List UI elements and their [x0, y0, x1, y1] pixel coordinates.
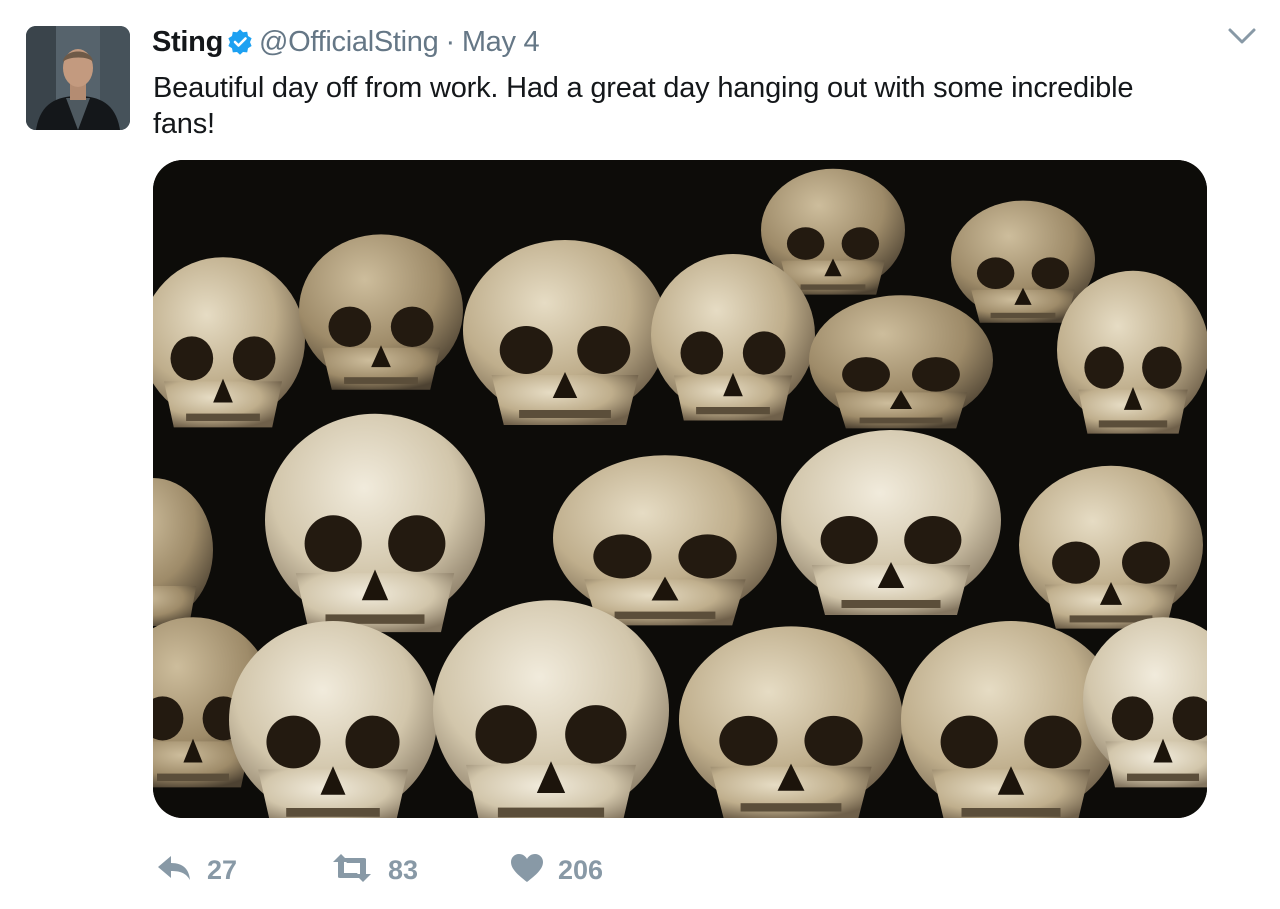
like-count: 206 [558, 854, 604, 885]
heart-icon [510, 853, 544, 888]
reply-button[interactable]: 27 [155, 853, 330, 888]
retweet-button[interactable]: 83 [330, 853, 510, 888]
header-separator: · [445, 25, 455, 58]
tweet-photo[interactable] [153, 160, 1207, 818]
tweet-actions: 27 83 206 [155, 848, 650, 892]
chevron-down-icon[interactable] [1226, 24, 1258, 48]
avatar[interactable] [26, 26, 130, 130]
retweet-count: 83 [388, 854, 419, 885]
like-button[interactable]: 206 [510, 853, 650, 888]
tweet-header: Sting @OfficialSting · May 4 [152, 22, 540, 62]
tweet-date[interactable]: May 4 [462, 26, 540, 59]
author-name[interactable]: Sting [152, 26, 223, 59]
tweet-text: Beautiful day off from work. Had a great… [153, 72, 1134, 140]
verified-badge-icon [227, 29, 253, 55]
tweet-card: Sting @OfficialSting · May 4 Beautiful d… [0, 0, 1280, 909]
author-handle[interactable]: @OfficialSting [259, 26, 439, 59]
reply-count: 27 [207, 854, 238, 885]
reply-icon [155, 853, 193, 888]
retweet-icon [330, 853, 374, 888]
